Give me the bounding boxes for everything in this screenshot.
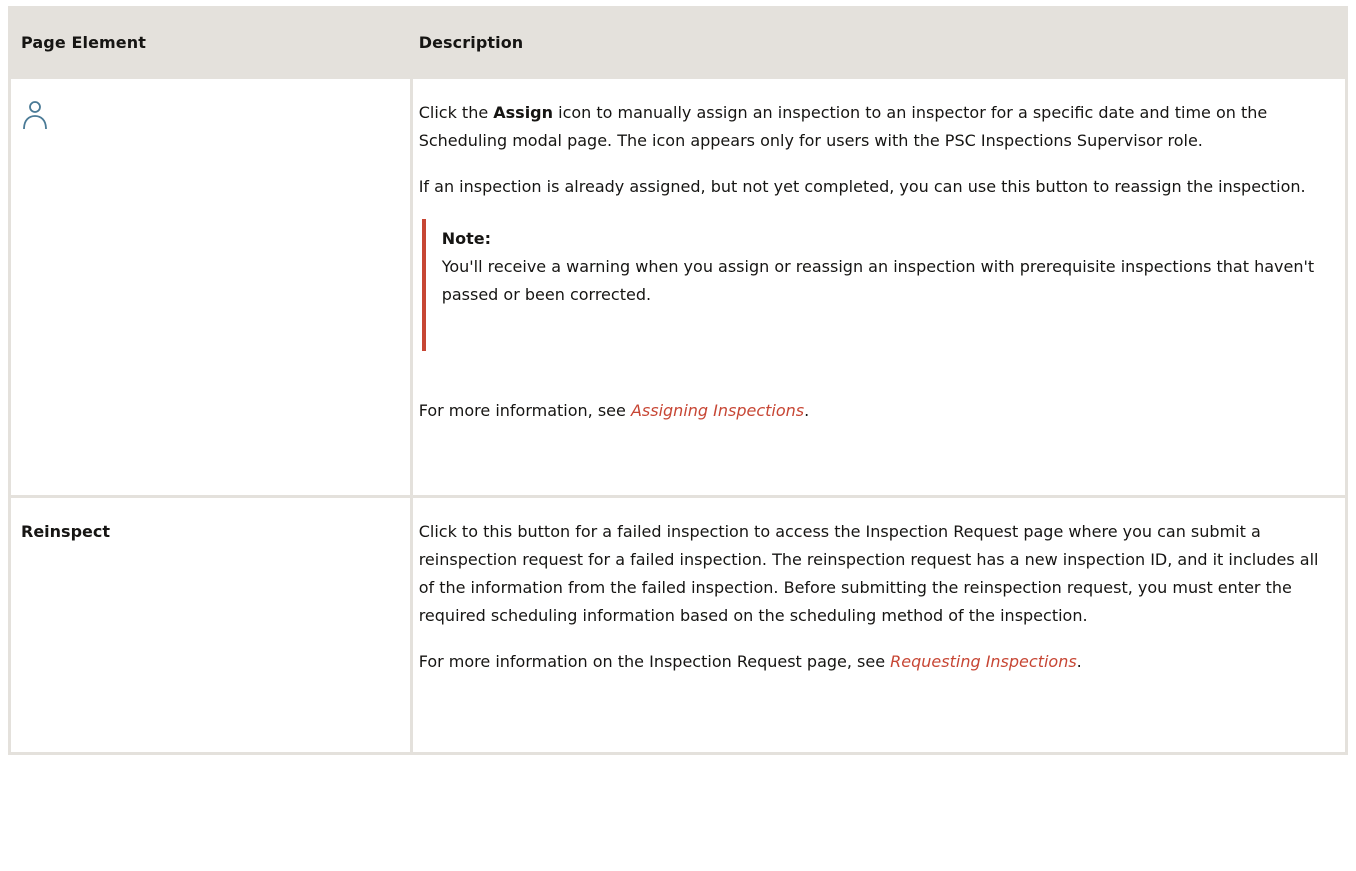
more-info-paragraph: For more information, see Assigning Insp…	[419, 397, 1337, 425]
description-cell: Click the Assign icon to manually assign…	[409, 76, 1349, 498]
more-info-text: For more information, see	[418, 401, 631, 420]
table-row: Click the Assign icon to manually assign…	[8, 76, 1349, 498]
assigning-inspections-link[interactable]: Assigning Inspections	[631, 401, 804, 420]
column-header-description: Description	[409, 6, 1349, 79]
column-header-page-element: Page Element	[8, 6, 413, 79]
reinspect-description: Click to this button for a failed inspec…	[418, 522, 1319, 625]
table-header-row: Page Element Description	[8, 6, 1349, 79]
page-elements-table: Page Element Description Click the Assig…	[8, 6, 1349, 755]
assign-description: Click the Assign icon to manually assign…	[419, 99, 1337, 155]
assign-term: Assign	[493, 103, 554, 122]
table-row: Reinspect Click to this button for a fai…	[8, 495, 1349, 755]
note-text: You'll receive a warning when you assign…	[441, 257, 1315, 304]
more-info-paragraph: For more information on the Inspection R…	[419, 648, 1337, 676]
page-element-cell	[8, 76, 413, 498]
reassign-description: If an inspection is already assigned, bu…	[418, 177, 1306, 196]
note-title: Note:	[441, 229, 491, 248]
more-info-period: .	[1076, 652, 1082, 671]
note-callout: Note: You'll receive a warning when you …	[421, 219, 1337, 351]
reinspect-label: Reinspect	[21, 522, 111, 541]
page-element-cell: Reinspect	[8, 495, 413, 755]
more-info-text: For more information on the Inspection R…	[418, 652, 891, 671]
more-info-period: .	[804, 401, 810, 420]
description-cell: Click to this button for a failed inspec…	[409, 495, 1349, 755]
requesting-inspections-link[interactable]: Requesting Inspections	[890, 652, 1077, 671]
description-text: Click the	[418, 103, 494, 122]
user-icon	[23, 101, 47, 130]
